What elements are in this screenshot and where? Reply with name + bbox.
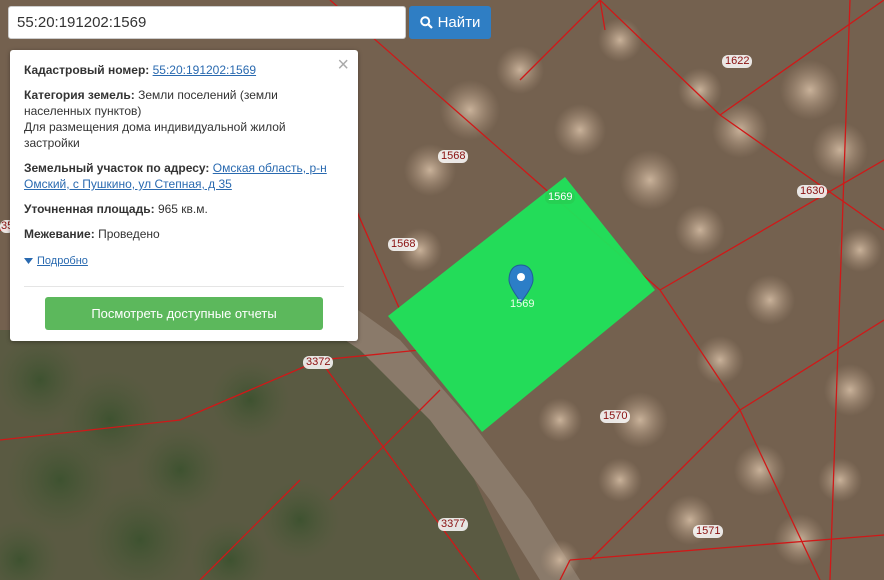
plot-label: 1570 bbox=[600, 410, 631, 423]
plot-label: 1571 bbox=[693, 525, 724, 538]
category-label: Категория земель: bbox=[24, 88, 135, 102]
purpose-value: Для размещения дома индивидуальной жилой… bbox=[24, 120, 286, 150]
cadastral-link[interactable]: 55:20:191202:1569 bbox=[153, 63, 256, 77]
survey-label: Межевание: bbox=[24, 227, 95, 241]
view-reports-button[interactable]: Посмотреть доступные отчеты bbox=[45, 297, 323, 330]
cadastral-label: Кадастровый номер: bbox=[24, 63, 150, 77]
area-row: Уточненная площадь: 965 кв.м. bbox=[24, 201, 344, 217]
search-button-label: Найти bbox=[437, 14, 481, 31]
plot-label: 1622 bbox=[722, 55, 753, 68]
search-button[interactable]: Найти bbox=[409, 6, 491, 39]
area-value: 965 кв.м. bbox=[157, 202, 208, 216]
plot-label: 3377 bbox=[438, 518, 469, 531]
cadastral-row: Кадастровый номер: 55:20:191202:1569 bbox=[24, 62, 344, 78]
plot-label: 1568 bbox=[438, 150, 469, 163]
divider bbox=[24, 286, 344, 287]
close-icon[interactable]: × bbox=[337, 55, 349, 75]
parcel-info-panel: × Кадастровый номер: 55:20:191202:1569 К… bbox=[10, 50, 358, 341]
address-label: Земельный участок по адресу: bbox=[24, 161, 210, 175]
plot-label: 1569 bbox=[545, 191, 576, 204]
plot-label: 1568 bbox=[388, 238, 419, 251]
search-input[interactable] bbox=[8, 6, 406, 39]
address-row: Земельный участок по адресу: Омская обла… bbox=[24, 160, 344, 192]
search-icon bbox=[419, 16, 433, 29]
details-toggle[interactable]: Подробно bbox=[24, 253, 88, 269]
survey-value: Проведено bbox=[98, 227, 160, 241]
survey-row: Межевание: Проведено bbox=[24, 226, 344, 242]
category-row: Категория земель: Земли поселений (земли… bbox=[24, 87, 344, 151]
plot-label: 1569 bbox=[510, 298, 535, 310]
details-label: Подробно bbox=[37, 255, 88, 267]
caret-down-icon bbox=[24, 258, 33, 264]
plot-label: 3372 bbox=[303, 356, 334, 369]
area-label: Уточненная площадь: bbox=[24, 202, 155, 216]
plot-label: 1630 bbox=[797, 185, 828, 198]
